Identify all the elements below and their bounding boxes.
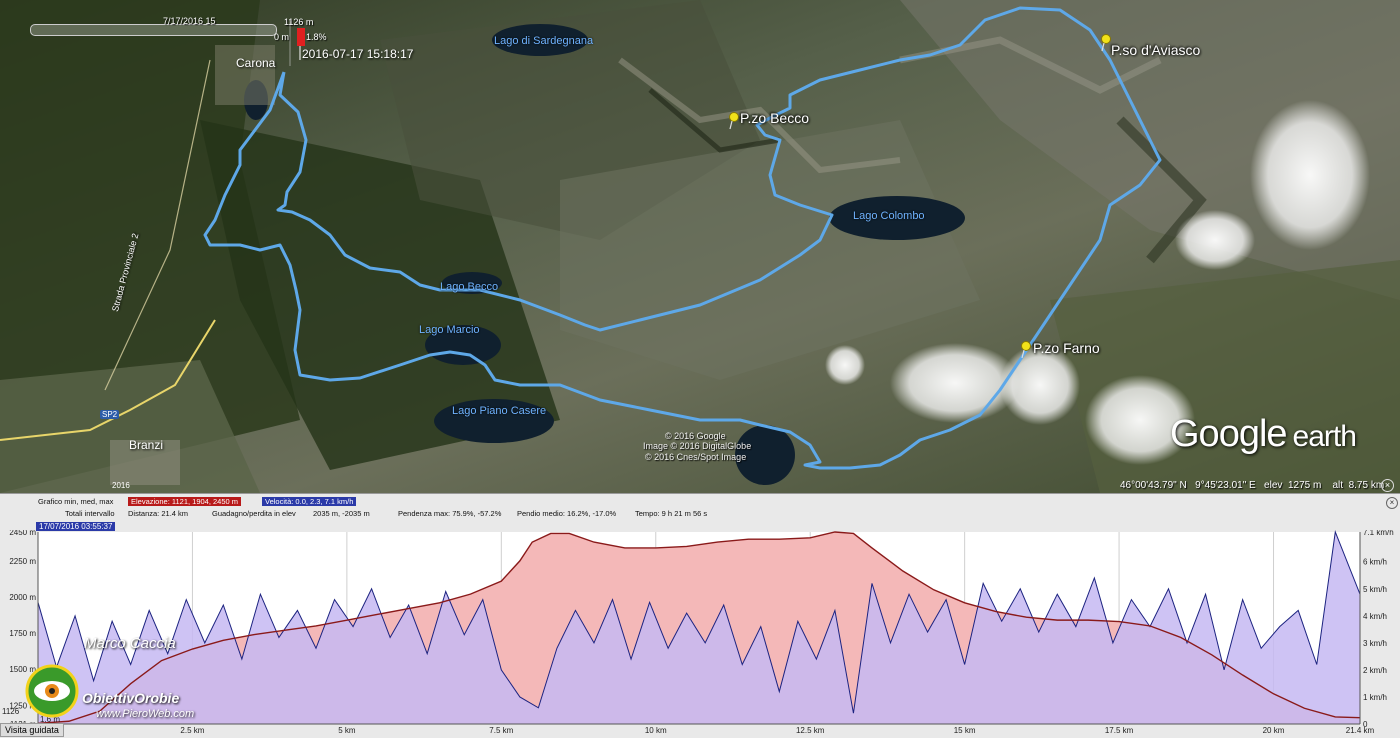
pushpin-icon[interactable] [1020, 341, 1032, 359]
pendio-stat: Pendio medio: 16.2%, -17.0% [517, 509, 617, 518]
x-tick-label: 10 km [645, 726, 667, 735]
satellite-map[interactable]: 7/17/2016 15 1126 m 0 m 1.8% 2016-07-17 … [0, 0, 1400, 493]
x-tick-label: 15 km [954, 726, 976, 735]
obiettivorobie-logo-icon [25, 664, 79, 718]
y-right-tick-label: 0 [1363, 720, 1368, 729]
y-left-tick-label: 2000 m [9, 593, 36, 602]
peak-farno-label[interactable]: P.zo Farno [1033, 340, 1100, 356]
x-tick-label: 17.5 km [1105, 726, 1134, 735]
y-right-tick-label: 2 km/h [1363, 666, 1387, 675]
lake-sardegnana-label[interactable]: Lago di Sardegnana [494, 35, 593, 47]
year-badge: 2016 [112, 481, 130, 490]
copyright-google: © 2016 Google [665, 431, 726, 441]
status-alt: 8.75 km [1348, 480, 1385, 491]
elevation-profile-panel: Grafico min, med, max Elevazione: 1121, … [0, 493, 1400, 738]
pushpin-icon[interactable] [728, 112, 740, 130]
x-tick-label: 20 km [1263, 726, 1285, 735]
copyright-cnes: © 2016 Cnes/Spot Image [645, 452, 747, 462]
lake-piano-casere-label[interactable]: Lago Piano Casere [452, 405, 546, 417]
lake-marcio-label[interactable]: Lago Marcio [419, 324, 480, 336]
elevazione-stats[interactable]: Elevazione: 1121, 1904, 2450 m [128, 497, 242, 506]
x-tick-label: 7.5 km [489, 726, 513, 735]
watermark-author: Marco Caccia [84, 635, 176, 652]
cursor-elevation-label: 1126 [2, 707, 20, 716]
marker-grade: 1.8% [306, 32, 327, 42]
distanza-stat: Distanza: 21.4 km [128, 509, 189, 518]
y-right-tick-label: 5 km/h [1363, 585, 1387, 594]
marker-top-elevation: 1126 m [284, 17, 314, 27]
peak-becco-label[interactable]: P.zo Becco [740, 110, 809, 126]
close-icon[interactable]: × [1381, 479, 1394, 492]
marker-bottom-elevation: 0 m [274, 32, 290, 42]
tempo-stat: Tempo: 9 h 21 m 56 s [635, 509, 708, 518]
watermark-url: www.PieroWeb.com [96, 708, 195, 720]
x-tick-label: 12.5 km [796, 726, 825, 735]
peak-aviasco-label[interactable]: P.so d'Aviasco [1111, 42, 1200, 58]
guadagno-stat: 2035 m, -2035 m [313, 509, 370, 518]
y-right-tick-label: 4 km/h [1363, 612, 1387, 621]
y-right-tick-label: 1 km/h [1363, 693, 1387, 702]
status-latitude: 46°00'43.79" N [1120, 480, 1187, 491]
guadagno-label: Guadagno/perdita in elev [212, 509, 296, 518]
x-tick-label: 21.4 km [1346, 726, 1375, 735]
copyright-digitalglobe: Image © 2016 DigitalGlobe [643, 441, 752, 451]
close-icon[interactable]: × [1386, 497, 1398, 509]
y-left-tick-label: 1750 m [9, 629, 36, 638]
pendenza-stat: Pendenza max: 75.9%, -57.2% [398, 509, 502, 518]
y-left-tick-label: 2450 m [9, 530, 36, 537]
status-elev: 1275 m [1287, 480, 1322, 491]
velocita-stats[interactable]: Velocità: 0.0, 2.3, 7.1 km/h [262, 497, 357, 506]
position-marker-flag [297, 28, 305, 46]
town-branzi-label[interactable]: Branzi [129, 438, 163, 452]
lake-colombo-label[interactable]: Lago Colombo [853, 210, 925, 222]
status-bar: 46°00'43.79" N 9°45'23.01" E elev 1275 m… [1120, 480, 1384, 491]
google-earth-logo: Google earth [1170, 413, 1357, 455]
y-left-tick-label: 2250 m [9, 557, 36, 566]
status-alt-label: alt [1332, 480, 1344, 491]
time-slider-date: 7/17/2016 15 [163, 16, 216, 26]
y-right-tick-label: 6 km/h [1363, 558, 1387, 567]
y-right-tick-label: 7.1 km/h [1363, 530, 1394, 537]
x-tick-label: 2.5 km [180, 726, 204, 735]
watermark-logo-text: ObiettivOrobie [82, 690, 180, 706]
status-elev-label: elev [1264, 480, 1283, 491]
x-tick-label: 5 km [338, 726, 356, 735]
status-longitude: 9°45'23.01" E [1195, 480, 1256, 491]
y-right-tick-label: 3 km/h [1363, 639, 1387, 648]
time-slider[interactable] [30, 24, 277, 36]
lake-becco-label[interactable]: Lago Becco [440, 281, 498, 293]
marker-timestamp: 2016-07-17 15:18:17 [302, 47, 414, 61]
town-carona-label[interactable]: Carona [236, 56, 275, 70]
grafico-label: Grafico min, med, max [38, 497, 114, 506]
visita-guidata-button[interactable]: Visita guidata [0, 723, 64, 737]
elevation-speed-chart[interactable]: 2.5 km 5 km 7.5 km 10 km 12.5 km 15 km 17.5 km… [0, 530, 1400, 738]
totali-label: Totali intervallo [65, 509, 115, 518]
road-sp2-shield: SP2 [100, 410, 120, 419]
